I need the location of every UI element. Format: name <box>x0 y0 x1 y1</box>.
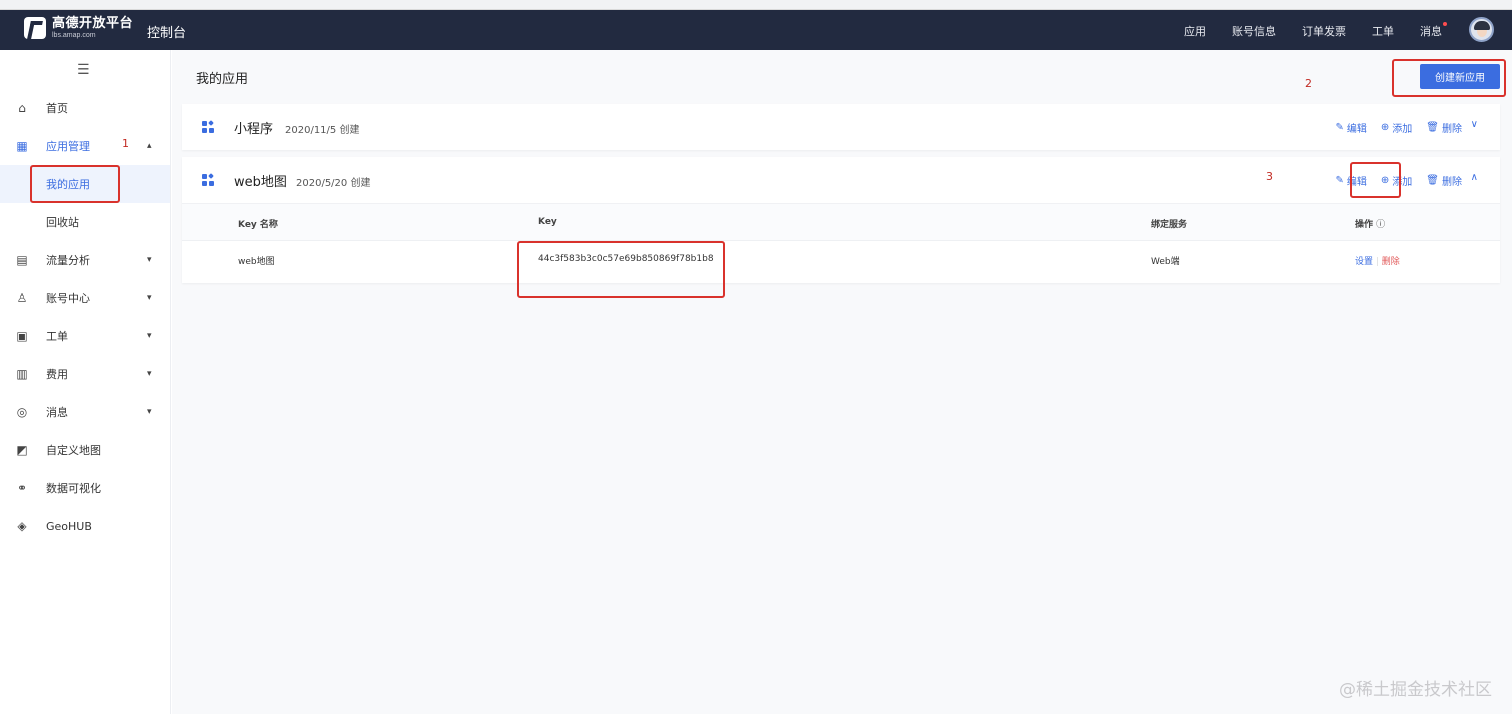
delete-app-button[interactable]: 🗑 删除 <box>1426 173 1462 188</box>
annotation-box-add <box>1350 162 1401 198</box>
sidebar-item-label: 回收站 <box>46 216 79 229</box>
sidebar-item-label: 工单 <box>46 330 68 343</box>
plus-circle-icon: ⊕ <box>1380 122 1390 133</box>
chevron-down-icon: ▾ <box>147 293 152 303</box>
chevron-up-icon: ▴ <box>147 141 152 151</box>
sidebar-item-ticket[interactable]: ▣ 工单 ▾ <box>0 317 170 355</box>
trash-icon: 🗑 <box>1426 122 1439 133</box>
app-created-date: 2020/5/20 创建 <box>296 178 371 189</box>
operations-cell: 设置 | 删除 <box>1355 257 1400 267</box>
sidebar-item-label: 首页 <box>46 102 68 115</box>
page-title: 我的应用 <box>196 72 249 87</box>
sidebar-item-messages[interactable]: ◎ 消息 ▾ <box>0 393 170 431</box>
sidebar-item-home[interactable]: ⌂ 首页 <box>0 89 170 127</box>
sidebar-item-billing[interactable]: ▥ 费用 ▾ <box>0 355 170 393</box>
annotation-label-1: 1 <box>122 137 129 150</box>
sidebar-item-label: 账号中心 <box>46 292 90 305</box>
annotation-box-key <box>517 241 725 298</box>
chevron-down-icon: ▾ <box>147 255 152 265</box>
sidebar-item-custom-map[interactable]: ◩ 自定义地图 <box>0 431 170 469</box>
user-avatar[interactable] <box>1469 17 1494 42</box>
settings-link[interactable]: 设置 <box>1355 257 1373 267</box>
amap-logo[interactable]: 高德开放平台 lbs.amap.com <box>24 17 133 39</box>
sidebar-item-account-center[interactable]: ♙ 账号中心 ▾ <box>0 279 170 317</box>
ticket-icon: ▣ <box>16 329 28 343</box>
edit-button[interactable]: ✎ 编辑 <box>1336 120 1367 135</box>
sidebar-item-label: GeoHUB <box>46 519 92 533</box>
sidebar: ☰ ⌂ 首页 ▦ 应用管理 ▴ 我的应用 回收站 ▤ 流量分析 ▾ ♙ 账号中心… <box>0 50 171 714</box>
app-card-web-map: web地图 2020/5/20 创建 ✎ 编辑 ⊕ 添加 🗑 删除 ∧ Key 名称 … <box>182 157 1500 283</box>
menu-toggle-icon[interactable]: ☰ <box>77 62 90 78</box>
layers-icon: ◈ <box>17 519 27 533</box>
delete-key-link[interactable]: 删除 <box>1382 257 1400 267</box>
console-title[interactable]: 控制台 <box>147 22 186 41</box>
app-name: web地图 <box>234 175 287 190</box>
chevron-down-icon: ▾ <box>147 369 152 379</box>
info-icon: ⓘ <box>1376 220 1386 230</box>
amap-logo-icon <box>24 17 46 39</box>
sidebar-item-label: 自定义地图 <box>46 444 101 457</box>
nav-ticket[interactable]: 工单 <box>1372 23 1394 39</box>
sidebar-item-label: 流量分析 <box>46 254 90 267</box>
annotation-label-2: 2 <box>1305 77 1312 90</box>
app-name: 小程序 <box>234 122 274 137</box>
chevron-down-icon: ▾ <box>147 407 152 417</box>
bound-service-cell: Web端 <box>1151 257 1180 267</box>
chevron-up-icon[interactable]: ∧ <box>1471 172 1478 183</box>
user-icon: ♙ <box>16 291 28 305</box>
logo-title: 高德开放平台 <box>52 16 134 31</box>
top-navigation-bar: 高德开放平台 lbs.amap.com 控制台 应用 账号信息 订单发票 工单 … <box>0 10 1512 50</box>
app-grid-icon <box>202 173 214 186</box>
sidebar-item-label: 应用管理 <box>46 140 90 153</box>
logo-subtitle: lbs.amap.com <box>52 32 96 39</box>
sidebar-item-traffic-analysis[interactable]: ▤ 流量分析 ▾ <box>0 241 170 279</box>
message-icon: ◎ <box>16 405 28 419</box>
top-nav-links: 应用 账号信息 订单发票 工单 消息 <box>1158 22 1447 39</box>
chart-icon: ▤ <box>16 253 28 267</box>
watermark: @稀土掘金技术社区 <box>1339 680 1492 700</box>
column-header-bound-service: 绑定服务 <box>1151 220 1188 230</box>
grid-icon: ▦ <box>16 139 28 153</box>
column-header-key-name: Key 名称 <box>238 220 278 230</box>
trash-icon: 🗑 <box>1426 175 1439 186</box>
sidebar-item-label: 数据可视化 <box>46 482 101 495</box>
edit-icon: ✎ <box>1335 122 1344 133</box>
delete-app-button[interactable]: 🗑 删除 <box>1426 120 1462 135</box>
home-icon: ⌂ <box>18 101 26 115</box>
column-header-key: Key <box>538 217 557 227</box>
sidebar-item-label: 费用 <box>46 368 68 381</box>
annotation-box-create <box>1392 59 1506 97</box>
nav-account-info[interactable]: 账号信息 <box>1232 23 1276 39</box>
table-row: web地图 44c3f583b3c0c57e69b850869f78b1b8 W… <box>182 241 1500 281</box>
app-created-date: 2020/11/5 创建 <box>285 125 360 136</box>
main-content: 我的应用 创建新应用 小程序 2020/11/5 创建 ✎ 编辑 ⊕ 添加 🗑 删除 … <box>172 50 1512 714</box>
chevron-down-icon: ▾ <box>147 331 152 341</box>
app-grid-icon <box>202 120 214 133</box>
app-card-miniprogram: 小程序 2020/11/5 创建 ✎ 编辑 ⊕ 添加 🗑 删除 ∨ <box>182 104 1500 150</box>
sidebar-item-label: 消息 <box>46 406 68 419</box>
key-name-cell: web地图 <box>238 257 275 267</box>
annotation-label-3: 3 <box>1266 170 1273 183</box>
visual-icon: ⚭ <box>16 481 28 495</box>
sidebar-item-geohub[interactable]: ◈ GeoHUB <box>0 507 170 545</box>
table-header: Key 名称 Key 绑定服务 操作 ⓘ <box>182 204 1500 241</box>
edit-icon: ✎ <box>1335 175 1344 186</box>
nav-apps[interactable]: 应用 <box>1184 23 1206 39</box>
add-key-button[interactable]: ⊕ 添加 <box>1381 120 1412 135</box>
map-icon: ◩ <box>16 443 28 457</box>
nav-invoice[interactable]: 订单发票 <box>1302 23 1346 39</box>
browser-chrome-strip <box>0 0 1512 10</box>
sidebar-item-recycle-bin[interactable]: 回收站 <box>0 203 170 241</box>
key-table: Key 名称 Key 绑定服务 操作 ⓘ web地图 44c3f583b3c0c… <box>182 203 1500 281</box>
sidebar-item-data-visualization[interactable]: ⚭ 数据可视化 <box>0 469 170 507</box>
column-header-operations: 操作 ⓘ <box>1355 220 1386 230</box>
nav-messages[interactable]: 消息 <box>1420 22 1447 39</box>
sidebar-item-app-management[interactable]: ▦ 应用管理 ▴ <box>0 127 170 165</box>
annotation-box-my-apps <box>30 165 120 203</box>
chevron-down-icon[interactable]: ∨ <box>1471 119 1478 130</box>
bill-icon: ▥ <box>16 367 28 381</box>
